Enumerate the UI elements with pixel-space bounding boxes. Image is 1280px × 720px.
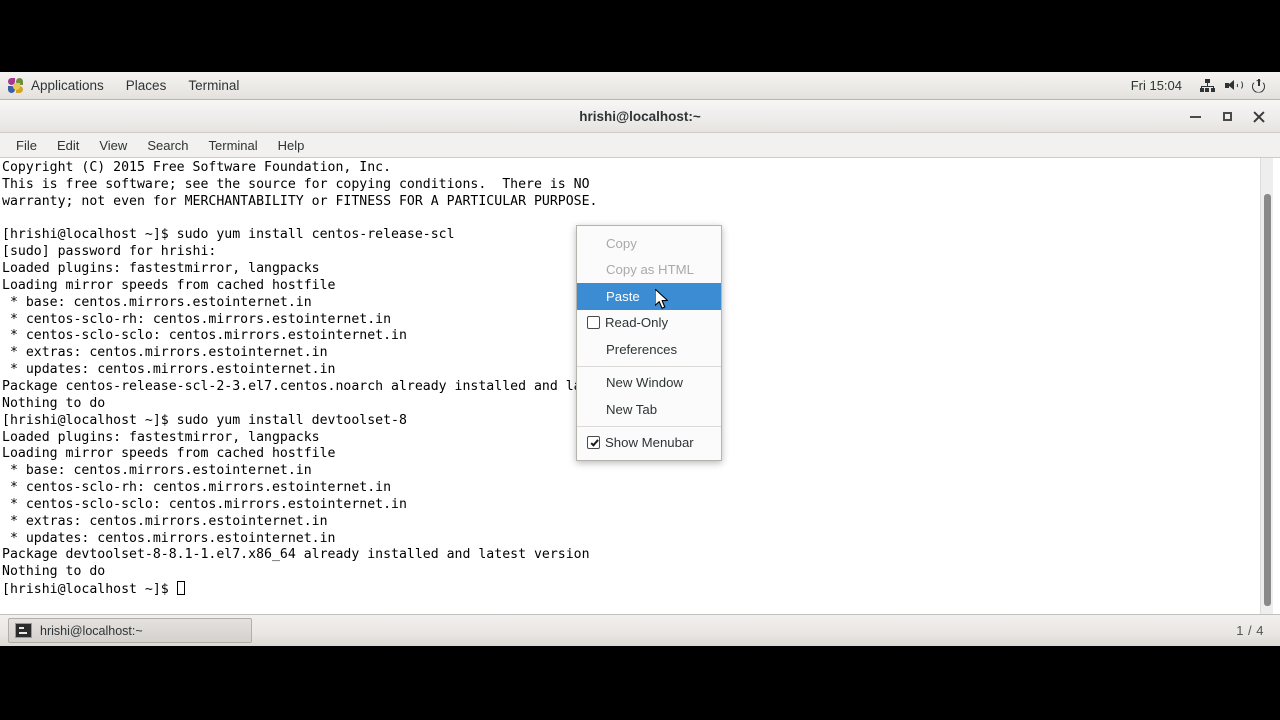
terminal-context-menu: Copy Copy as HTML Paste Read-Only Preference… — [576, 225, 722, 461]
menu-separator — [577, 365, 721, 367]
window-title: hrishi@localhost:~ — [579, 108, 701, 124]
minimize-button[interactable] — [1180, 103, 1210, 131]
terminal-line: warranty; not even for MERCHANTABILITY o… — [2, 193, 598, 209]
menu-terminal-label: Terminal — [208, 137, 258, 153]
menu-file-label: File — [16, 137, 37, 153]
checkbox-unchecked-icon[interactable] — [587, 316, 600, 330]
context-menu-item-show-menubar[interactable]: Show Menubar — [577, 430, 721, 457]
context-menu-item-copy-as-html: Copy as HTML — [577, 257, 721, 284]
terminal-app-menu-button[interactable]: Terminal — [177, 72, 250, 99]
terminal-line: Package devtoolset-8-8.1-1.el7.x86_64 al… — [2, 547, 590, 563]
menu-help-label: Help — [277, 137, 305, 153]
menu-search-label: Search — [147, 137, 189, 153]
applications-menu-button[interactable]: Applications — [0, 72, 115, 99]
places-menu-button[interactable]: Places — [115, 72, 178, 99]
context-menu-item-label: Copy — [606, 235, 637, 251]
close-button[interactable] — [1244, 103, 1274, 131]
terminal-line: * centos-sclo-sclo: centos.mirrors.estoi… — [2, 496, 407, 512]
applications-pinwheel-icon — [8, 78, 24, 93]
checkbox-checked-icon[interactable] — [587, 436, 600, 450]
terminal-icon — [15, 623, 32, 638]
context-menu-item-label: New Window — [606, 375, 683, 391]
window-controls — [1180, 100, 1274, 133]
context-menu-item-preferences[interactable]: Preferences — [577, 336, 721, 363]
taskbar-item-terminal[interactable]: hrishi@localhost:~ — [8, 618, 252, 643]
checkmark-icon — [590, 437, 599, 447]
places-menu-label: Places — [125, 78, 167, 93]
maximize-button[interactable] — [1212, 103, 1242, 131]
taskbar-item-label: hrishi@localhost:~ — [40, 623, 143, 638]
workspace-indicator[interactable]: 1 / 4 — [1236, 623, 1264, 638]
menu-terminal[interactable]: Terminal — [199, 133, 268, 157]
context-menu-item-new-window[interactable]: New Window — [577, 370, 721, 397]
clock-label[interactable]: Fri 15:04 — [1119, 78, 1194, 93]
terminal-menubar: File Edit View Search Terminal Help — [0, 133, 1280, 158]
context-menu-item-label: Read-Only — [605, 315, 669, 331]
terminal-line: Copyright (C) 2015 Free Software Foundat… — [2, 160, 392, 175]
terminal-prompt-line: [hrishi@localhost ~]$ — [2, 581, 677, 599]
menu-view-label: View — [99, 137, 128, 153]
terminal-line: * base: centos.mirrors.estointernet.in — [2, 463, 312, 479]
menu-edit-label: Edit — [56, 137, 80, 153]
terminal-line: * extras: centos.mirrors.estointernet.in — [2, 513, 328, 529]
power-icon[interactable] — [1246, 72, 1272, 99]
terminal-line: Nothing to do — [2, 564, 106, 580]
desktop-screen: Applications Places Terminal Fri 15:04 h… — [0, 0, 1280, 720]
menu-edit[interactable]: Edit — [47, 133, 89, 157]
minimize-icon — [1189, 115, 1201, 118]
volume-icon[interactable] — [1220, 72, 1246, 99]
menu-separator — [577, 425, 721, 427]
gnome-top-panel: Applications Places Terminal Fri 15:04 — [0, 72, 1280, 100]
context-menu-item-label: Paste — [606, 288, 640, 304]
terminal-line: * centos-sclo-rh: centos.mirrors.estoint… — [2, 480, 392, 496]
context-menu-item-read-only[interactable]: Read-Only — [577, 310, 721, 337]
terminal-prompt: [hrishi@localhost ~]$ — [2, 582, 177, 598]
context-menu-item-copy: Copy — [577, 230, 721, 257]
menu-help[interactable]: Help — [268, 133, 315, 157]
terminal-scrollbar[interactable] — [1260, 158, 1273, 614]
gnome-bottom-panel: hrishi@localhost:~ 1 / 4 — [0, 614, 1280, 646]
context-menu-item-label: Preferences — [606, 341, 678, 357]
terminal-scrollbar-thumb[interactable] — [1264, 194, 1271, 606]
context-menu-item-label: Copy as HTML — [606, 262, 694, 278]
window-titlebar[interactable]: hrishi@localhost:~ — [0, 100, 1280, 133]
menu-search[interactable]: Search — [137, 133, 198, 157]
applications-menu-label: Applications — [31, 78, 104, 93]
maximize-icon — [1222, 112, 1232, 121]
terminal-line: * updates: centos.mirrors.estointernet.i… — [2, 530, 336, 546]
context-menu-item-new-tab[interactable]: New Tab — [577, 396, 721, 423]
context-menu-item-paste[interactable]: Paste — [577, 283, 721, 310]
network-icon[interactable] — [1194, 72, 1220, 99]
context-menu-item-label: Show Menubar — [605, 435, 694, 451]
terminal-line: This is free software; see the source fo… — [2, 176, 590, 192]
terminal-app-menu-label: Terminal — [188, 78, 240, 93]
terminal-cursor — [176, 581, 185, 596]
context-menu-item-label: New Tab — [606, 401, 658, 417]
close-icon — [1253, 110, 1265, 123]
menu-view[interactable]: View — [89, 133, 137, 157]
menu-file[interactable]: File — [6, 133, 47, 157]
panel-status-area: Fri 15:04 — [1119, 72, 1280, 99]
